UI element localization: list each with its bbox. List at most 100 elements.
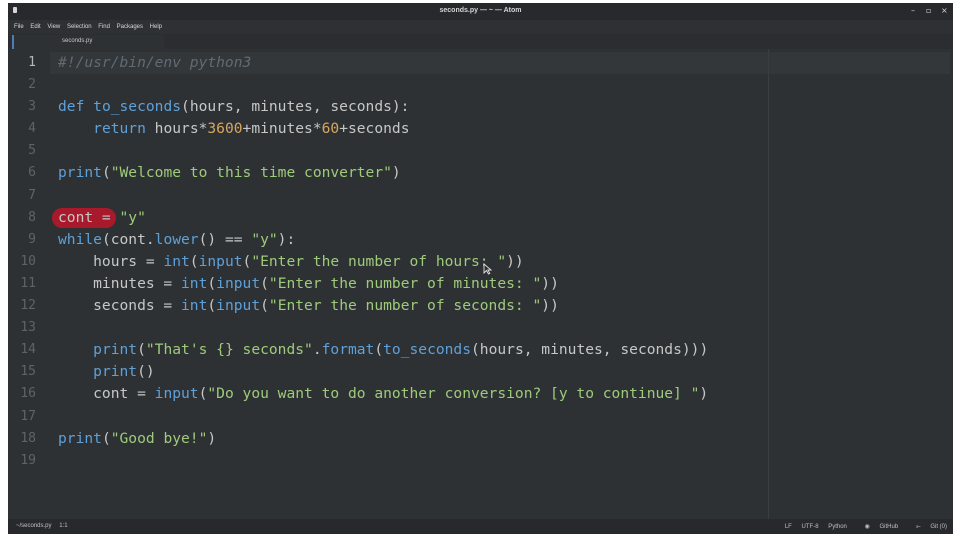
line-number[interactable]: 16 <box>8 383 48 405</box>
minimize-button[interactable]: – <box>911 6 915 15</box>
line-number[interactable]: 15 <box>8 361 48 383</box>
code-line[interactable]: print() <box>58 361 708 383</box>
menu-bar: File Edit View Selection Find Packages H… <box>8 20 953 34</box>
code-token: cont = <box>58 208 120 226</box>
code-editor[interactable]: 1 2 3 4 5 6 7 8 9 10 11 12 13 14 15 16 17 18 19 #!/usr/bin… <box>8 49 953 519</box>
status-encoding[interactable]: UTF-8 <box>802 524 819 530</box>
menu-help[interactable]: Help <box>150 24 162 30</box>
code-token: int <box>163 252 190 270</box>
code-line[interactable] <box>58 185 708 207</box>
line-number[interactable]: 8 <box>8 207 48 229</box>
status-file-path[interactable]: ~/seconds.py <box>16 523 52 529</box>
menu-view[interactable]: View <box>47 24 60 30</box>
code-token: "Enter the number of hours: " <box>251 252 507 270</box>
code-token: )) <box>541 274 559 292</box>
status-bar: ~/seconds.py 1:1 LF UTF-8 Python ◉ GitHu… <box>8 519 953 534</box>
code-line[interactable] <box>58 450 708 472</box>
code-line[interactable] <box>58 74 708 96</box>
code-line[interactable]: cont = input("Do you want to do another … <box>58 383 708 405</box>
code-token: seconds = <box>58 297 182 315</box>
code-token: print <box>93 363 138 381</box>
line-number[interactable]: 13 <box>8 317 48 339</box>
menu-packages[interactable]: Packages <box>117 24 143 30</box>
line-number[interactable]: 18 <box>8 428 48 450</box>
tab-bar: seconds.py <box>8 34 953 49</box>
code-token: ): <box>277 230 296 248</box>
code-token: "Welcome to this time converter" <box>110 164 392 182</box>
code-token: "y" <box>119 208 146 226</box>
menu-selection[interactable]: Selection <box>67 24 92 30</box>
code-token: while <box>58 230 102 248</box>
code-line[interactable]: seconds = int(input("Enter the number of… <box>58 295 708 317</box>
line-number[interactable]: 9 <box>8 229 48 251</box>
code-token: print <box>58 164 102 182</box>
line-number[interactable]: 7 <box>8 185 48 207</box>
status-line-ending[interactable]: LF <box>785 524 792 530</box>
code-token: (hours, minutes, seconds): <box>181 98 410 116</box>
status-github[interactable]: ◉ GitHub <box>857 524 899 530</box>
code-token: () <box>137 363 155 381</box>
close-button[interactable]: × <box>941 6 948 15</box>
code-token: "y" <box>251 230 278 248</box>
code-token: "Enter the number of seconds: " <box>268 297 542 315</box>
line-number[interactable]: 11 <box>8 273 48 295</box>
line-number-gutter[interactable]: 1 2 3 4 5 6 7 8 9 10 11 12 13 14 15 16 17 18 19 <box>8 52 48 472</box>
code-token: )) <box>506 252 524 270</box>
line-number[interactable]: 5 <box>8 140 48 162</box>
line-number[interactable]: 14 <box>8 339 48 361</box>
code-line[interactable]: while(cont.lower() == "y"): <box>58 229 708 251</box>
code-line[interactable]: def to_seconds(hours, minutes, seconds): <box>58 96 708 118</box>
line-number[interactable]: 6 <box>8 162 48 184</box>
wrap-guide <box>768 49 769 519</box>
status-grammar[interactable]: Python <box>828 524 847 530</box>
code-line[interactable] <box>58 140 708 162</box>
github-icon: ◉ <box>864 524 870 530</box>
code-token: "That's {} seconds" <box>145 341 313 359</box>
code-line[interactable] <box>58 406 708 428</box>
code-token: input <box>154 385 199 403</box>
menu-find[interactable]: Find <box>98 24 110 30</box>
code-line[interactable]: minutes = int(input("Enter the number of… <box>58 273 708 295</box>
code-line[interactable]: hours = int(input("Enter the number of h… <box>58 251 708 273</box>
code-token: () == <box>198 230 252 248</box>
status-git[interactable]: ⟜ Git (0) <box>908 524 947 530</box>
code-token: input <box>198 252 243 270</box>
line-number[interactable]: 17 <box>8 406 48 428</box>
line-number[interactable]: 12 <box>8 295 48 317</box>
code-token: +seconds <box>339 120 410 138</box>
line-number[interactable]: 2 <box>8 74 48 96</box>
mouse-pointer-icon <box>483 260 493 279</box>
maximize-button[interactable]: ▫ <box>926 6 931 15</box>
code-token: hours = <box>58 252 164 270</box>
line-number[interactable]: 19 <box>8 450 48 472</box>
code-token: ( <box>242 252 252 270</box>
status-cursor-position[interactable]: 1:1 <box>59 523 67 529</box>
line-number[interactable]: 10 <box>8 251 48 273</box>
line-number[interactable]: 3 <box>8 96 48 118</box>
code-token: "Do you want to do another conversion? [… <box>207 385 700 403</box>
menu-file[interactable]: File <box>14 24 24 30</box>
tab-seconds-py[interactable]: seconds.py <box>12 35 164 49</box>
code-token: lower <box>154 230 199 248</box>
code-token: )) <box>541 297 559 315</box>
code-text[interactable]: #!/usr/bin/env python3 def to_seconds(ho… <box>52 52 708 472</box>
code-token: ( <box>101 164 111 182</box>
code-token: print <box>93 341 138 359</box>
menu-edit[interactable]: Edit <box>30 24 40 30</box>
github-label: GitHub <box>879 524 899 530</box>
code-token: def <box>58 98 94 116</box>
code-line[interactable]: print("That's {} seconds".format(to_seco… <box>58 339 708 361</box>
code-line[interactable]: return hours*3600+minutes*60+seconds <box>58 118 708 140</box>
code-line[interactable]: print("Good bye!") <box>58 428 708 450</box>
git-label: Git (0) <box>930 524 947 530</box>
code-token: ( <box>374 341 384 359</box>
code-line[interactable]: #!/usr/bin/env python3 <box>58 52 708 74</box>
line-number[interactable]: 4 <box>8 118 48 140</box>
atom-window: seconds.py — ~ — Atom – ▫ × File Edit Vi… <box>8 3 953 534</box>
code-line[interactable]: cont = "y" <box>52 207 708 229</box>
code-line[interactable]: print("Welcome to this time converter") <box>58 162 708 184</box>
line-number[interactable]: 1 <box>8 52 48 74</box>
code-line[interactable] <box>58 317 708 339</box>
